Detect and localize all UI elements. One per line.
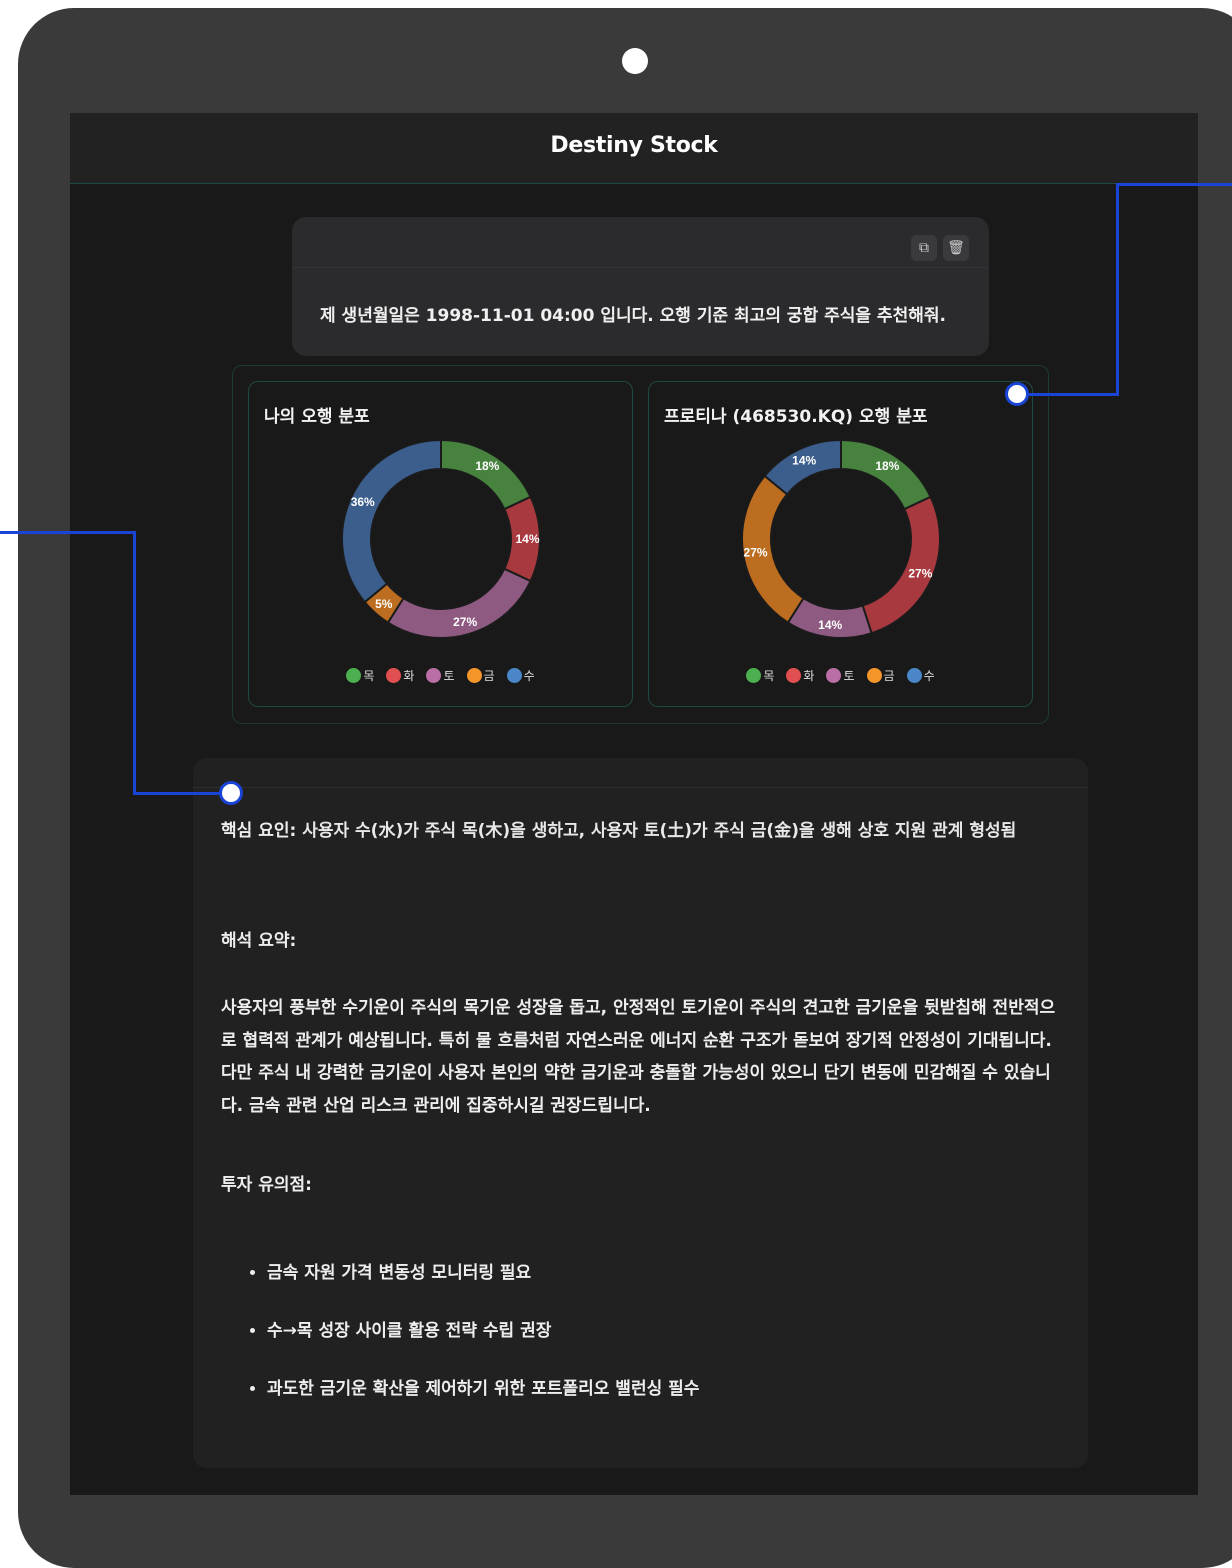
legend-label: 토 [843, 669, 855, 683]
callout-line [1116, 183, 1119, 396]
donut-chart: 18% 27% 14% 27% 14% [741, 438, 941, 639]
legend-label: 금 [483, 669, 495, 683]
stock-element-chart: 프로티나 (468530.KQ) 오행 분포 18% 27% 14% 27% 14% 목… [648, 381, 1033, 707]
summary-heading: 해석 요약: [221, 931, 297, 951]
slice-label: 27% [744, 546, 768, 560]
app-screen: Destiny Stock ⧉ 🗑 제 생년월일은 1998-11-01 04:… [70, 113, 1198, 1495]
legend-swatch [386, 668, 402, 683]
key-factor-label: 핵심 요인: [221, 821, 297, 841]
legend-label: 화 [803, 669, 815, 683]
user-message: ⧉ 🗑 제 생년월일은 1998-11-01 04:00 입니다. 오행 기준 … [292, 217, 989, 356]
legend-label: 화 [403, 669, 415, 683]
key-factor-text: 사용자 수(水)가 주식 목(木)을 생하고, 사용자 토(土)가 주식 금(金… [296, 821, 1017, 841]
donut-slice-수[interactable] [341, 438, 442, 604]
slice-label: 5% [375, 597, 393, 611]
legend-item-화[interactable]: 화 [786, 667, 814, 684]
callout-dot [219, 781, 243, 805]
app-title: Destiny Stock [550, 133, 718, 158]
slice-label: 14% [515, 532, 539, 546]
legend-item-금[interactable]: 금 [466, 667, 495, 684]
caution-list: 금속 자원 가격 변동성 모니터링 필요 수→목 성장 사이클 활용 전략 수립… [221, 1258, 699, 1432]
key-factor: 핵심 요인: 사용자 수(水)가 주식 목(木)을 생하고, 사용자 토(土)가… [221, 816, 1061, 847]
camera-dot [622, 48, 648, 74]
legend-item-토[interactable]: 토 [826, 667, 855, 684]
assistant-message: 핵심 요인: 사용자 수(水)가 주식 목(木)을 생하고, 사용자 토(土)가… [193, 758, 1088, 1468]
slice-label: 18% [875, 459, 899, 473]
slice-label: 18% [475, 459, 499, 473]
legend-swatch [906, 668, 922, 683]
trash-icon[interactable]: 🗑 [943, 235, 969, 261]
legend-item-수[interactable]: 수 [906, 667, 935, 684]
legend-label: 목 [763, 669, 775, 683]
legend-item-토[interactable]: 토 [426, 667, 455, 684]
legend-item-수[interactable]: 수 [506, 667, 535, 684]
slice-label: 14% [818, 618, 842, 632]
legend-label: 수 [523, 669, 535, 683]
slice-label: 27% [908, 566, 932, 580]
legend-swatch [746, 668, 762, 683]
legend-swatch [346, 668, 362, 683]
slice-label: 14% [792, 454, 816, 468]
legend-swatch [466, 668, 482, 683]
callout-line [0, 531, 136, 534]
callout-dot [1005, 382, 1029, 406]
list-item: 금속 자원 가격 변동성 모니터링 필요 [267, 1258, 699, 1316]
chart-legend: 목화토금수 [249, 667, 632, 684]
legend-item-화[interactable]: 화 [386, 667, 414, 684]
legend-label: 목 [363, 669, 375, 683]
divider [193, 787, 1088, 788]
legend-label: 수 [923, 669, 935, 683]
list-item: 과도한 금기운 확산을 제어하기 위한 포트폴리오 밸런싱 필수 [267, 1374, 699, 1432]
legend-swatch [506, 668, 522, 683]
callout-line [133, 531, 136, 795]
legend-item-금[interactable]: 금 [866, 667, 895, 684]
caution-heading: 투자 유의점: [221, 1175, 312, 1195]
slice-label: 36% [351, 495, 375, 509]
chart-panel: 나의 오행 분포 18% 14% 27% 5% 36% 목화토금수 프로티나 (4685… [232, 365, 1049, 724]
callout-line [1118, 183, 1232, 186]
legend-label: 금 [883, 669, 895, 683]
legend-swatch [786, 668, 802, 683]
user-message-text: 제 생년월일은 1998-11-01 04:00 입니다. 오행 기준 최고의 … [320, 306, 946, 326]
legend-swatch [866, 668, 882, 683]
message-toolbar: ⧉ 🗑 [292, 217, 989, 268]
legend-item-목[interactable]: 목 [746, 667, 774, 684]
legend-item-목[interactable]: 목 [346, 667, 374, 684]
slice-label: 27% [453, 615, 477, 629]
user-element-chart: 나의 오행 분포 18% 14% 27% 5% 36% 목화토금수 [248, 381, 633, 707]
donut-slice-목[interactable] [440, 438, 532, 511]
list-item: 수→목 성장 사이클 활용 전략 수립 권장 [267, 1316, 699, 1374]
donut-slice-목[interactable] [840, 438, 932, 511]
app-header: Destiny Stock [70, 113, 1198, 184]
donut-slice-화[interactable] [861, 495, 941, 635]
copy-icon[interactable]: ⧉ [911, 235, 937, 261]
legend-swatch [426, 668, 442, 683]
summary-text: 사용자의 풍부한 수기운이 주식의 목기운 성장을 돕고, 안정적인 토기운이 … [221, 998, 1056, 1116]
callout-line [133, 792, 223, 795]
donut-chart: 18% 14% 27% 5% 36% [341, 438, 541, 639]
legend-label: 토 [443, 669, 455, 683]
chart-legend: 목화토금수 [649, 667, 1032, 684]
legend-swatch [826, 668, 842, 683]
callout-line [1027, 393, 1119, 396]
